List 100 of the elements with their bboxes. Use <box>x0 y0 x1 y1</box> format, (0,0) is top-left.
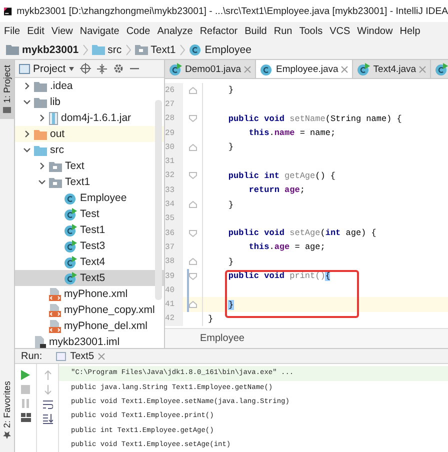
fold-icon[interactable] <box>188 272 196 280</box>
menu-item[interactable]: File <box>4 26 20 36</box>
minimize-icon[interactable] <box>130 67 139 70</box>
line-number: 31 <box>165 154 183 169</box>
breadcrumb-item[interactable]: mykb23001 <box>6 44 79 56</box>
code-line: this.age = age; <box>248 242 326 252</box>
line-number: 29 <box>165 126 183 140</box>
breadcrumb-item[interactable]: src <box>92 44 122 56</box>
tree-item[interactable]: mykb23001.iml <box>15 334 164 348</box>
fold-icon[interactable] <box>188 230 196 237</box>
menu-item[interactable]: Edit <box>27 26 44 36</box>
code-line: public void setAge(int age) { <box>227 228 378 238</box>
pause-icon[interactable] <box>21 399 30 408</box>
fold-icon[interactable] <box>188 144 196 151</box>
app-icon <box>4 4 12 18</box>
module-file-icon <box>34 336 46 348</box>
tree-item[interactable]: Test <box>15 206 164 222</box>
folder-icon <box>34 96 47 108</box>
breadcrumb-item[interactable]: Employee <box>188 43 252 56</box>
tool-window-tab[interactable]: 1: Project <box>0 60 14 120</box>
panel-label: Run: <box>21 350 42 362</box>
fold-icon[interactable] <box>188 86 196 94</box>
down-arrow-icon[interactable] <box>44 385 52 396</box>
tree-item[interactable]: src <box>15 142 164 158</box>
menu-item[interactable]: View <box>51 26 73 36</box>
runnable-class-icon <box>64 224 77 236</box>
tree-item[interactable]: Text4 <box>15 254 164 270</box>
menu-item[interactable]: Tools <box>299 26 323 36</box>
xml-file-icon <box>49 304 61 316</box>
run-tab[interactable]: Text5 <box>56 350 106 362</box>
folder-icon <box>3 106 11 114</box>
editor-tab[interactable]: Employee.java <box>256 60 354 78</box>
editor-tab[interactable]: Text4.java <box>353 60 432 78</box>
code-line: } <box>227 256 235 267</box>
layout-icon[interactable] <box>20 413 30 422</box>
menu-item[interactable]: Help <box>400 26 420 36</box>
tree-item[interactable]: lib <box>15 94 164 110</box>
fold-icon[interactable] <box>188 115 196 122</box>
code-line: } <box>227 200 235 210</box>
tree-item[interactable]: myPhone_copy.xml <box>15 302 164 318</box>
tree-item[interactable]: Employee <box>15 190 164 206</box>
fold-icon[interactable] <box>188 201 196 208</box>
code-line: } <box>207 314 214 324</box>
scrollbar[interactable] <box>155 100 162 300</box>
class-icon <box>260 62 273 76</box>
package-icon <box>49 160 62 172</box>
source-folder-icon <box>34 144 47 156</box>
editor-tab[interactable] <box>431 60 448 78</box>
fold-icon[interactable] <box>188 172 196 180</box>
tree-item[interactable]: Text <box>15 158 164 174</box>
tree-item[interactable]: dom4j-1.6.1.jar <box>15 110 164 126</box>
tree-item[interactable]: Test3 <box>15 238 164 254</box>
tree-item[interactable]: Text1 <box>15 174 164 190</box>
close-icon[interactable] <box>244 66 251 72</box>
tool-window-tab[interactable]: 2: Favorites <box>0 376 14 444</box>
tree-item[interactable]: myPhone.xml <box>15 286 164 302</box>
code-line: public int getAge() { <box>227 170 337 181</box>
menu-item[interactable]: VCS <box>330 26 350 36</box>
menu-item[interactable]: Refactor <box>200 26 238 36</box>
class-icon <box>64 192 77 204</box>
menu-item[interactable]: Analyze <box>157 26 193 36</box>
tree-item[interactable]: Text5 <box>15 270 164 286</box>
tree-item[interactable]: out <box>15 126 164 142</box>
tree-item[interactable]: myPhone_del.xml <box>15 318 164 334</box>
up-arrow-icon[interactable] <box>44 370 52 380</box>
line-number: 26 <box>165 83 183 98</box>
menu-item[interactable]: Build <box>244 26 267 36</box>
breadcrumb-item[interactable]: Text1 <box>134 44 176 56</box>
source-folder-icon <box>92 44 105 55</box>
settings-icon[interactable] <box>112 63 124 74</box>
wrap-icon[interactable] <box>42 400 52 410</box>
close-icon[interactable] <box>341 66 348 72</box>
runnable-class-icon <box>64 256 77 268</box>
close-icon[interactable] <box>419 66 426 72</box>
package-icon <box>49 176 62 188</box>
fold-icon[interactable] <box>188 258 196 266</box>
editor-tab[interactable]: Demo01.java <box>165 60 256 78</box>
close-icon[interactable] <box>98 352 106 360</box>
code-line: public void print(){ <box>227 271 332 281</box>
menu-item[interactable]: Window <box>357 26 393 36</box>
tree-item[interactable]: .idea <box>15 78 164 94</box>
runnable-class-icon <box>64 208 77 220</box>
collapse-icon[interactable] <box>96 64 107 74</box>
runnable-class-icon <box>64 240 77 252</box>
run-icon[interactable] <box>21 370 30 380</box>
console-icon <box>56 352 66 361</box>
editor-breadcrumb[interactable]: Employee <box>200 333 244 344</box>
chevron-icon <box>82 44 88 56</box>
line-number: 28 <box>165 112 183 126</box>
stop-icon[interactable] <box>21 385 30 394</box>
chevron-icon <box>180 44 185 56</box>
fold-icon[interactable] <box>188 301 196 308</box>
tree-item[interactable]: Test1 <box>15 222 164 238</box>
menu-item[interactable]: Run <box>274 26 292 36</box>
menu-item[interactable]: Code <box>126 26 150 36</box>
locate-icon[interactable] <box>80 63 91 74</box>
line-number: 36 <box>165 226 183 240</box>
scroll-to-end-icon[interactable] <box>42 414 52 424</box>
code-line: return age; <box>248 185 306 196</box>
menu-item[interactable]: Navigate <box>80 26 120 36</box>
